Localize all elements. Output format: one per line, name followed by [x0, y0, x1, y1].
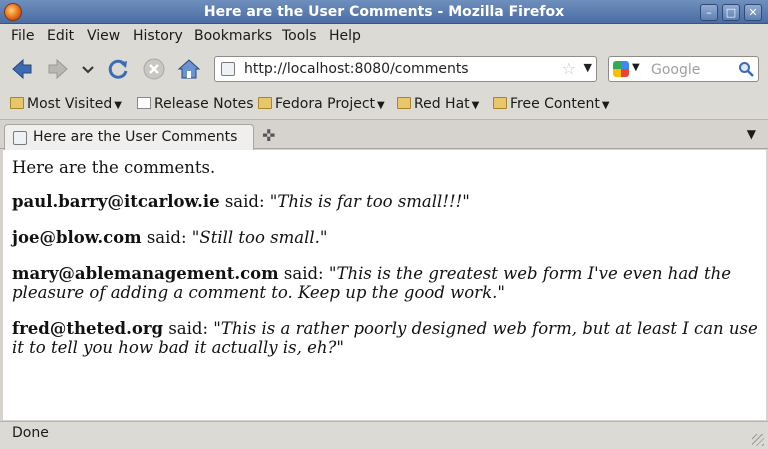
comment-email: mary@ablemanagement.com — [12, 264, 279, 283]
stop-icon[interactable] — [142, 57, 166, 81]
menu-file[interactable]: File — [11, 28, 34, 44]
reload-icon[interactable] — [106, 57, 130, 81]
page-intro: Here are the comments. — [12, 158, 216, 177]
menu-edit[interactable]: Edit — [47, 28, 74, 44]
window-titlebar: Here are the User Comments - Mozilla Fir… — [0, 0, 768, 24]
comment-item: fred@theted.org said: "This is a rather … — [12, 319, 758, 357]
minimize-button[interactable]: – — [700, 4, 718, 21]
window-title: Here are the User Comments - Mozilla Fir… — [203, 4, 565, 20]
tab-list-chevron-icon[interactable]: ▼ — [747, 127, 756, 141]
chevron-down-icon: ▼ — [377, 100, 385, 111]
menu-help[interactable]: Help — [329, 28, 361, 44]
status-text: Done — [12, 425, 49, 441]
status-bar: Done — [0, 421, 768, 449]
page-icon — [13, 131, 27, 145]
maximize-button[interactable]: □ — [722, 4, 740, 21]
home-icon[interactable] — [177, 57, 201, 81]
url-input[interactable]: http://localhost:8080/comments — [244, 61, 469, 77]
chevron-down-icon: ▼ — [601, 100, 610, 111]
comment-item: mary@ablemanagement.com said: "This is t… — [12, 264, 732, 302]
comment-text: Still too small. — [199, 228, 320, 247]
resize-grip-icon[interactable] — [752, 434, 764, 446]
close-button[interactable]: ✕ — [744, 4, 762, 21]
menu-tools[interactable]: Tools — [282, 28, 317, 44]
menu-history[interactable]: History — [133, 28, 183, 44]
bookmark-fedora-project[interactable]: Fedora Project ▼ — [258, 96, 385, 112]
bookmark-star-icon[interactable]: ☆ — [562, 59, 576, 78]
search-input[interactable]: Google — [651, 62, 700, 78]
menu-view[interactable]: View — [87, 28, 120, 44]
google-engine-icon[interactable] — [613, 61, 629, 77]
menu-bar: File Edit View History Bookmarks Tools H… — [0, 24, 768, 48]
chevron-down-icon: ▼ — [471, 100, 480, 111]
folder-icon — [493, 97, 507, 109]
page-icon — [137, 97, 151, 109]
url-dropdown-icon[interactable]: ▼ — [584, 61, 592, 74]
comment-item: joe@blow.com said: "Still too small." — [12, 228, 328, 247]
bookmarks-toolbar: Most Visited ▼ Release Notes Fedora Proje… — [0, 90, 768, 120]
back-arrow-icon[interactable] — [10, 57, 34, 81]
new-tab-icon[interactable]: ✜ — [262, 126, 275, 145]
navigation-toolbar: http://localhost:8080/comments ☆ ▼ ▼ Goo… — [0, 48, 768, 90]
comment-item: paul.barry@itcarlow.ie said: "This is fa… — [12, 192, 470, 211]
engine-dropdown-icon[interactable]: ▼ — [632, 62, 640, 73]
menu-bookmarks[interactable]: Bookmarks — [194, 28, 272, 44]
forward-arrow-icon[interactable] — [46, 57, 70, 81]
comment-email: paul.barry@itcarlow.ie — [12, 192, 220, 211]
comment-email: fred@theted.org — [12, 319, 164, 338]
comment-email: joe@blow.com — [12, 228, 142, 247]
chevron-down-icon: ▼ — [114, 100, 122, 111]
tab-strip: Here are the User Comments ✜ ▼ — [0, 121, 768, 150]
bookmark-most-visited[interactable]: Most Visited ▼ — [10, 96, 122, 112]
bookmark-red-hat[interactable]: Red Hat ▼ — [397, 96, 479, 112]
tab-user-comments[interactable]: Here are the User Comments — [4, 124, 254, 150]
search-bar[interactable]: ▼ Google — [608, 56, 759, 82]
page-content: Here are the comments. paul.barry@itcarl… — [3, 150, 766, 420]
search-icon[interactable] — [738, 61, 754, 77]
tab-label: Here are the User Comments — [33, 129, 238, 145]
history-dropdown-icon[interactable] — [78, 57, 98, 81]
folder-icon — [258, 97, 272, 109]
smart-folder-icon — [10, 97, 24, 109]
url-bar[interactable]: http://localhost:8080/comments ☆ ▼ — [214, 56, 597, 82]
site-identity-icon[interactable] — [221, 62, 235, 76]
folder-icon — [397, 97, 411, 109]
bookmark-release-notes[interactable]: Release Notes — [137, 96, 254, 112]
bookmark-free-content[interactable]: Free Content ▼ — [493, 96, 610, 112]
comment-text: This is far too small!!! — [277, 192, 463, 211]
